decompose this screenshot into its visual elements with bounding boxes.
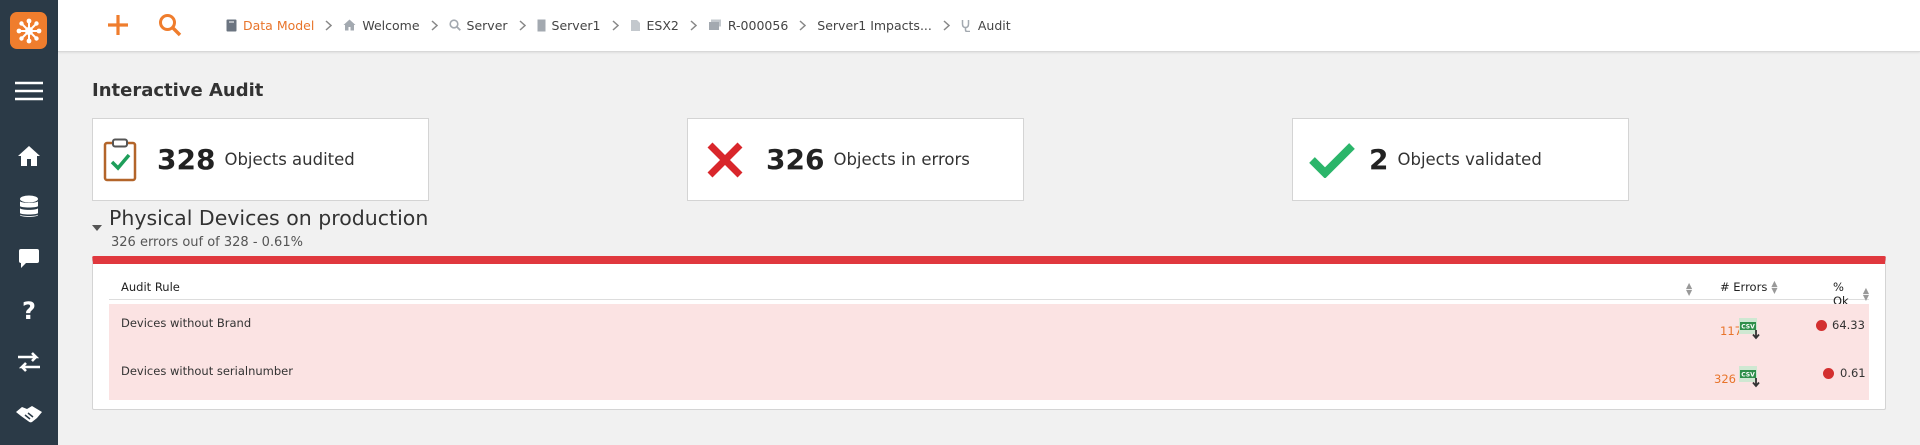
search-icon xyxy=(448,19,461,31)
book-icon xyxy=(226,19,237,31)
audited-label: Objects audited xyxy=(224,150,355,169)
sort-icon[interactable]: ▲ ▼ xyxy=(1686,282,1692,297)
chat-bubble-icon[interactable] xyxy=(0,238,58,278)
audit-rule-cell: Devices without serialnumber xyxy=(121,364,293,378)
summary-card-validated: 2 Objects validated xyxy=(1292,118,1629,201)
breadcrumb-server[interactable]: Server xyxy=(448,17,508,33)
section-subtitle: 326 errors ouf of 328 - 0.61% xyxy=(111,235,303,250)
section-title: Physical Devices on production xyxy=(109,206,429,230)
svg-text:CSV: CSV xyxy=(1741,372,1755,379)
errors-count: 326 xyxy=(766,143,825,176)
breadcrumb-label: R-000056 xyxy=(727,17,789,33)
validated-label: Objects validated xyxy=(1397,150,1542,169)
validated-count: 2 xyxy=(1369,143,1389,176)
handshake-icon[interactable] xyxy=(0,394,58,434)
breadcrumb-welcome[interactable]: Welcome xyxy=(343,17,420,33)
table-row[interactable]: Devices without Brand 117 CSV 64.33 xyxy=(109,304,1869,352)
collapse-caret-icon[interactable] xyxy=(92,225,102,231)
breadcrumb-label: Server1 Impacts... xyxy=(817,17,932,33)
status-dot-icon xyxy=(1816,320,1827,331)
table-header: Audit Rule ▲ ▼ # Errors ▲ ▼ % Ok ▲ ▼ xyxy=(109,276,1869,308)
sort-icon: ▲ ▼ xyxy=(1862,286,1869,302)
breadcrumb-label: Server xyxy=(466,17,508,33)
chevron-right-icon xyxy=(519,19,526,31)
breadcrumb-label: Audit xyxy=(977,17,1011,33)
svg-text:CSV: CSV xyxy=(1741,324,1755,331)
chevron-right-icon xyxy=(799,19,807,31)
breadcrumb-label: ESX2 xyxy=(646,17,679,33)
chevron-right-icon xyxy=(431,19,438,31)
errors-count-link[interactable]: 326 xyxy=(1714,372,1736,386)
column-header-errors[interactable]: # Errors ▲ ▼ xyxy=(1720,279,1778,295)
csv-download-icon[interactable]: CSV xyxy=(1739,364,1761,388)
page-title: Interactive Audit xyxy=(92,80,264,101)
breadcrumb-data-model[interactable]: Data Model xyxy=(226,18,314,33)
breadcrumb-esx2[interactable]: ESX2 xyxy=(630,18,679,33)
svg-text:?: ? xyxy=(22,298,36,322)
database-icon[interactable] xyxy=(0,187,58,227)
hub-logo-icon[interactable] xyxy=(10,12,47,49)
column-header-label: Audit Rule xyxy=(121,280,180,294)
search-icon[interactable] xyxy=(157,12,183,38)
question-mark-icon[interactable]: ? xyxy=(0,290,58,330)
red-cross-icon xyxy=(707,142,743,177)
ok-percent-cell: 64.33 xyxy=(1832,318,1865,332)
chevron-right-icon xyxy=(690,19,697,31)
summary-card-errors: 326 Objects in errors xyxy=(687,118,1024,201)
top-bar: Data Model Welcome Server Server1 ESX2 R… xyxy=(58,0,1920,52)
column-header-audit-rule[interactable]: Audit Rule xyxy=(121,280,180,294)
stack-icon xyxy=(708,19,721,30)
sidebar: ? xyxy=(0,0,58,445)
plus-icon[interactable] xyxy=(105,12,131,38)
section-header[interactable]: Physical Devices on production xyxy=(92,206,428,231)
chevron-right-icon xyxy=(325,19,333,31)
home-icon xyxy=(343,19,356,31)
breadcrumb-server1-impacts[interactable]: Server1 Impacts... xyxy=(817,18,932,33)
csv-download-icon[interactable]: CSV xyxy=(1739,316,1761,340)
column-header-label: # Errors xyxy=(1720,280,1768,294)
clipboard-check-icon xyxy=(103,138,137,181)
stethoscope-icon xyxy=(961,19,970,32)
table-row[interactable]: Devices without serialnumber 326 CSV 0.6… xyxy=(109,352,1869,400)
breadcrumb-label: Server1 xyxy=(551,17,601,33)
breadcrumb-label: Welcome xyxy=(362,17,420,33)
audited-count: 328 xyxy=(157,143,216,176)
status-dot-icon xyxy=(1823,368,1834,379)
breadcrumb: Data Model Welcome Server Server1 ESX2 R… xyxy=(226,0,1011,50)
chevron-right-icon xyxy=(611,19,619,31)
summary-card-audited: 328 Objects audited xyxy=(92,118,429,201)
sort-icon: ▲ ▼ xyxy=(1771,279,1778,295)
chevron-right-icon xyxy=(943,19,950,31)
breadcrumb-server1[interactable]: Server1 xyxy=(537,18,601,33)
errors-label: Objects in errors xyxy=(833,150,970,169)
breadcrumb-r-000056[interactable]: R-000056 xyxy=(708,18,788,33)
audit-table-panel: Audit Rule ▲ ▼ # Errors ▲ ▼ % Ok ▲ ▼ Device… xyxy=(92,256,1886,410)
ok-percent-cell: 0.61 xyxy=(1840,366,1866,380)
home-icon[interactable] xyxy=(0,136,58,176)
green-check-icon xyxy=(1309,142,1355,178)
audit-rule-cell: Devices without Brand xyxy=(121,316,252,330)
hamburger-menu-icon[interactable] xyxy=(0,71,58,111)
breadcrumb-label: Data Model xyxy=(243,17,315,33)
server-icon xyxy=(537,19,546,31)
swap-arrows-icon[interactable] xyxy=(0,342,58,382)
document-icon xyxy=(630,19,640,31)
breadcrumb-audit[interactable]: Audit xyxy=(961,18,1011,33)
